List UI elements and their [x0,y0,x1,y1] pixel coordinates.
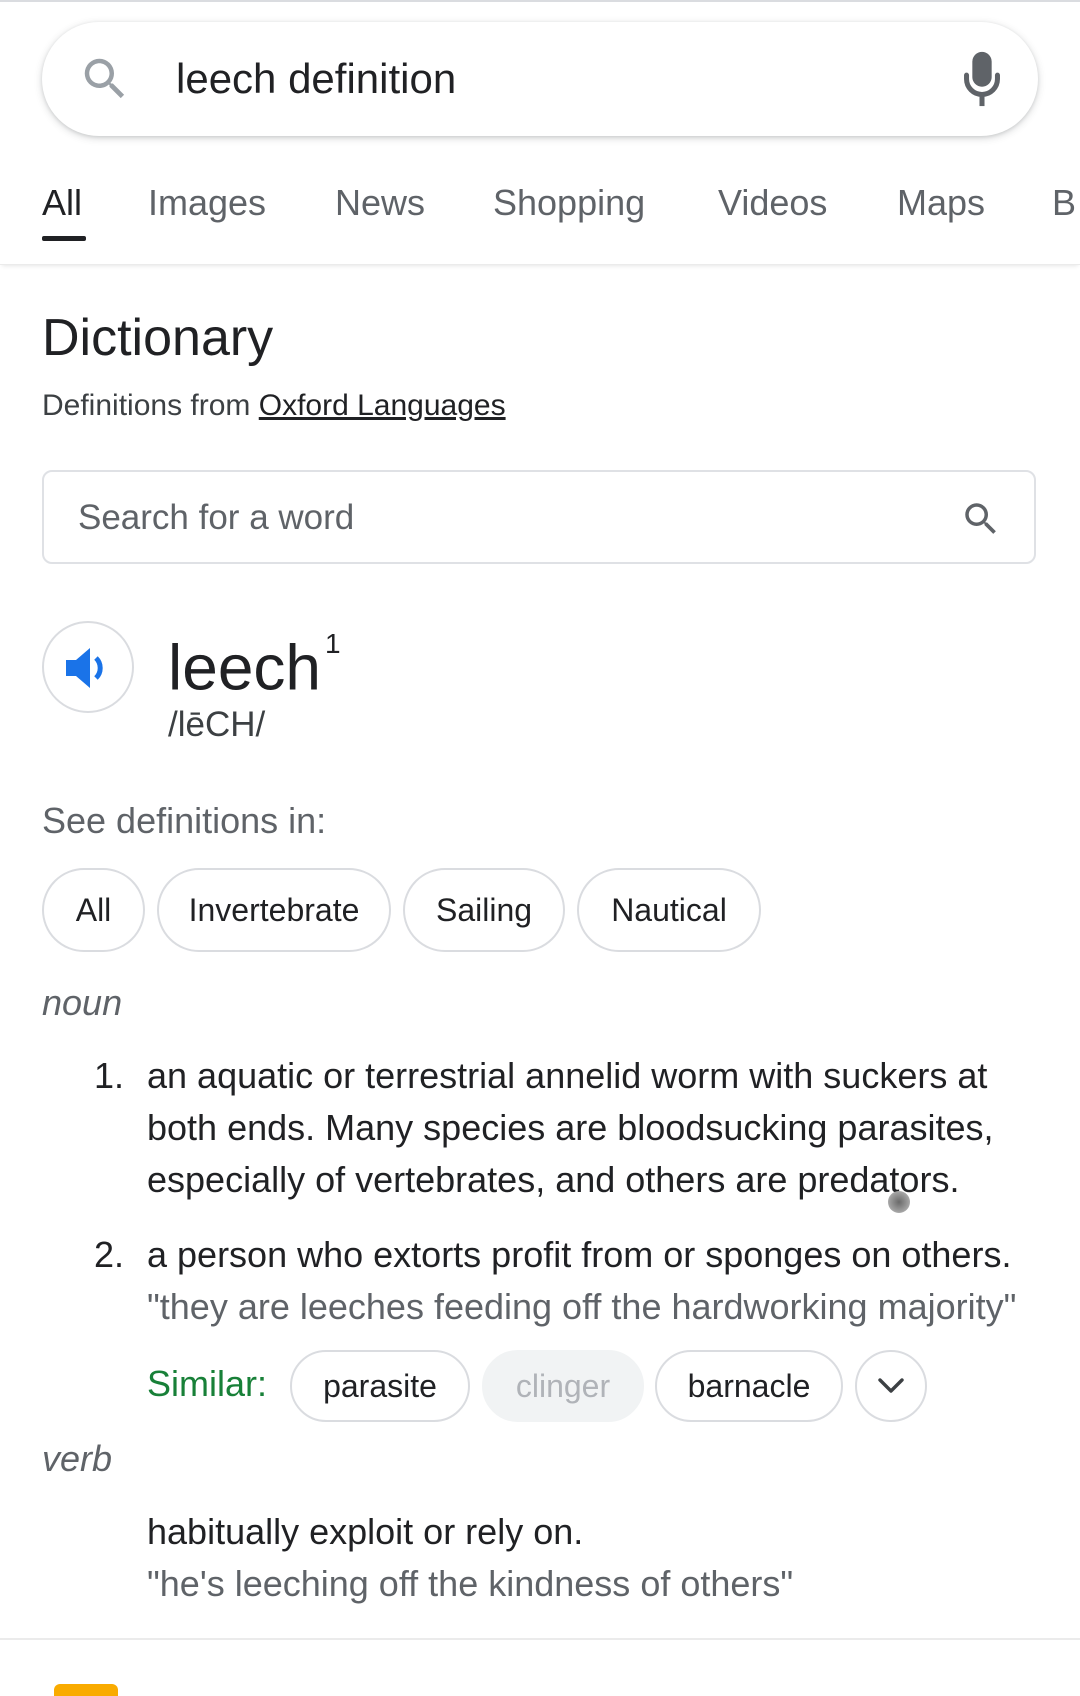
definition-text: an aquatic or terrestrial annelid worm w… [147,1055,994,1200]
synonym-chip-barnacle[interactable]: barnacle [655,1350,843,1422]
expand-synonyms-button[interactable] [855,1350,927,1422]
oxford-languages-link[interactable]: Oxford Languages [259,389,506,422]
category-chip-invertebrate[interactable]: Invertebrate [157,868,391,952]
tab-maps[interactable]: Maps [897,180,985,226]
verb-definition-example: "he's leeching off the kindness of other… [147,1563,794,1604]
search-icon[interactable] [78,52,132,106]
tab-images[interactable]: Images [148,180,266,226]
tab-books-partial[interactable]: B [1052,180,1076,226]
category-chip-sailing[interactable]: Sailing [403,868,565,952]
word-search-input[interactable]: Search for a word [42,470,1036,564]
category-chip-all[interactable]: All [42,868,145,952]
tab-shopping[interactable]: Shopping [493,180,645,226]
category-chip-nautical[interactable]: Nautical [577,868,761,952]
see-definitions-label: See definitions in: [42,800,327,841]
source-prefix: Definitions from [42,389,259,422]
pronunciation-button[interactable] [42,621,134,713]
headword-text: leech [168,631,321,704]
active-tab-indicator [42,236,86,241]
part-of-speech-noun: noun [42,982,123,1023]
search-icon[interactable] [960,498,1002,540]
search-tabs: All Images News Shopping Videos Maps B [0,160,1080,265]
part-of-speech-verb: verb [42,1438,113,1479]
dictionary-title: Dictionary [42,309,274,367]
similar-label: Similar: [147,1363,268,1404]
definition-number: 1. [94,1055,125,1096]
next-card-icon [54,1684,118,1696]
microphone-icon[interactable] [960,50,1004,108]
speaker-icon [66,648,103,688]
search-query[interactable]: leech definition [176,52,456,106]
search-bar[interactable]: leech definition [42,22,1038,136]
headword: leech 1 [168,622,341,703]
definition-example: "they are leeches feeding off the hardwo… [147,1286,1017,1327]
synonym-chip-clinger: clinger [482,1350,644,1422]
top-border [0,0,1080,2]
touch-cursor-indicator [888,1191,910,1213]
synonym-chip-parasite[interactable]: parasite [290,1350,470,1422]
definition-number: 2. [94,1234,125,1275]
tab-videos[interactable]: Videos [718,180,827,226]
word-search-placeholder[interactable]: Search for a word [78,496,354,540]
headword-superscript: 1 [325,628,341,659]
dictionary-source: Definitions from Oxford Languages [42,386,506,426]
tab-all[interactable]: All [42,180,82,226]
verb-definition-text: habitually exploit or rely on. [147,1511,584,1552]
section-divider [0,1638,1080,1640]
chevron-down-icon [878,1378,904,1393]
phonetic-spelling: /lēCH/ [168,705,266,744]
definition-text: a person who extorts profit from or spon… [147,1234,1012,1275]
tab-news[interactable]: News [335,180,425,226]
